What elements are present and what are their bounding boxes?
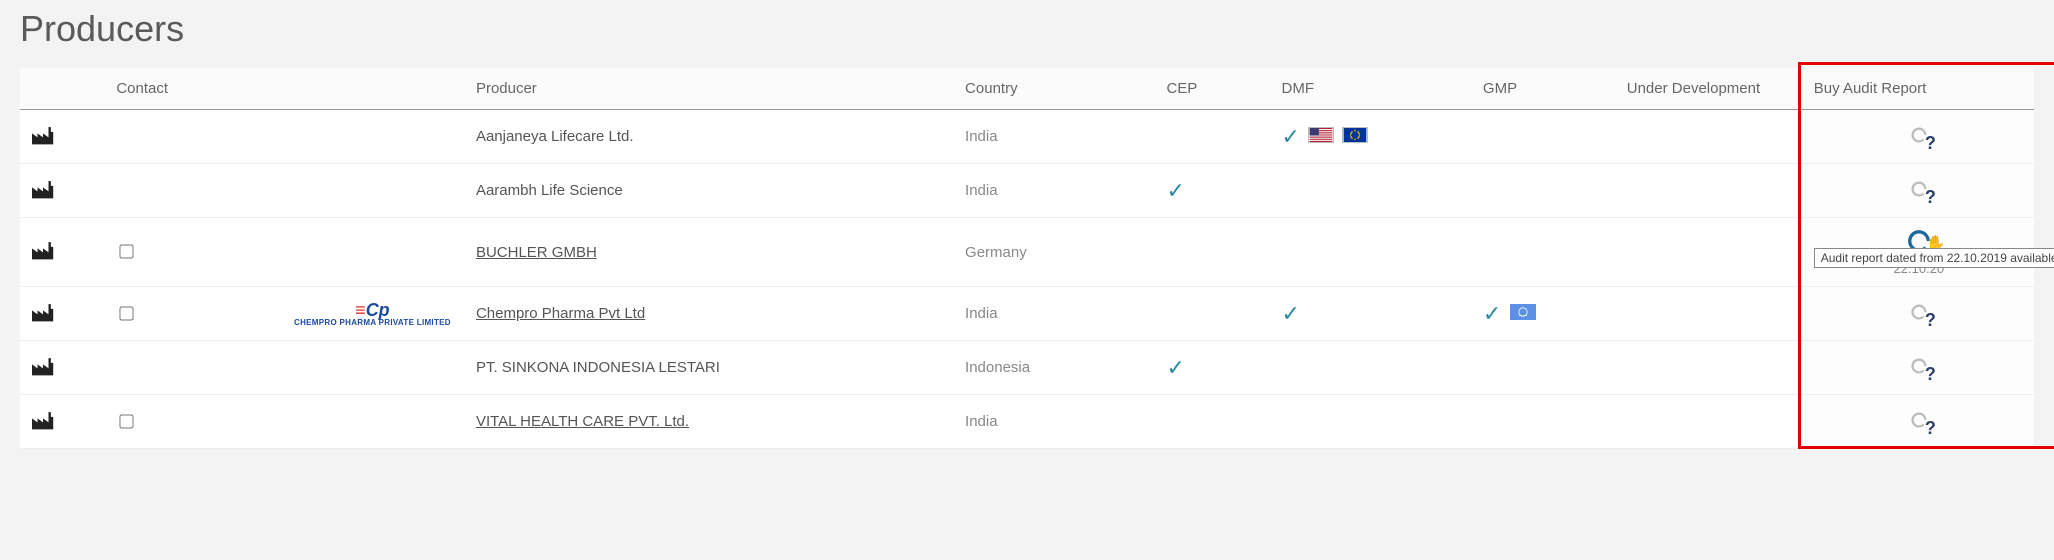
cep-cell [1156,287,1271,341]
factory-icon[interactable] [30,364,56,381]
table-row: Aarambh Life Science India ✓ ? [20,164,2034,218]
dmf-cell [1272,341,1473,395]
country: Germany [955,218,1156,287]
check-icon: ✓ [1166,355,1184,381]
cep-cell [1156,395,1271,449]
country: India [955,287,1156,341]
check-icon: ✓ [1282,124,1300,150]
col-dmf[interactable]: DMF [1272,68,1473,110]
audit-unknown-icon[interactable]: ? [1910,357,1928,379]
country: India [955,110,1156,164]
check-icon: ✓ [1282,301,1300,327]
col-country[interactable]: Country [955,68,1156,110]
col-under-dev[interactable]: Under Development [1617,68,1804,110]
dmf-cell [1272,218,1473,287]
under-dev-cell [1617,341,1804,395]
dmf-cell [1272,395,1473,449]
gmp-cell: ✓ [1473,287,1617,341]
question-icon: ? [1925,187,1936,208]
contact-checkbox[interactable] [120,306,134,320]
audit-unknown-icon[interactable]: ? [1910,411,1928,433]
contact-checkbox[interactable] [120,414,134,428]
question-icon: ? [1925,310,1936,331]
cep-cell [1156,110,1271,164]
flag-us-icon [1308,127,1334,147]
gmp-cell [1473,164,1617,218]
factory-icon[interactable] [30,133,56,150]
producers-table: Contact Producer Country CEP DMF GMP Und… [20,68,2034,449]
gmp-cell [1473,218,1617,287]
dmf-cell: ✓ [1272,110,1473,164]
producer-name: Aarambh Life Science [476,182,623,199]
audit-unknown-icon[interactable]: ? [1910,180,1928,202]
audit-unknown-icon[interactable]: ? [1910,303,1928,325]
gmp-cell [1473,110,1617,164]
col-cep[interactable]: CEP [1156,68,1271,110]
flag-un-icon [1510,304,1536,324]
under-dev-cell [1617,395,1804,449]
table-header-row: Contact Producer Country CEP DMF GMP Und… [20,68,2034,110]
gmp-cell [1473,341,1617,395]
country: Indonesia [955,341,1156,395]
col-logo [279,68,466,110]
producer-logo: ≡CpCHEMPRO PHARMA PRIVATE LIMITED [289,301,456,327]
under-dev-cell [1617,110,1804,164]
table-row: BUCHLER GMBHGermany ✋22.10.20Audit repor… [20,218,2034,287]
cep-cell [1156,218,1271,287]
table-row: PT. SINKONA INDONESIA LESTARI Indonesia ✓… [20,341,2034,395]
col-factory [20,68,106,110]
col-producer[interactable]: Producer [466,68,955,110]
producer-name: PT. SINKONA INDONESIA LESTARI [476,359,720,376]
producer-link[interactable]: Chempro Pharma Pvt Ltd [476,305,645,322]
under-dev-cell [1617,287,1804,341]
factory-icon[interactable] [30,418,56,435]
check-icon: ✓ [1483,301,1501,327]
table-row: Aanjaneya Lifecare Ltd. India ✓ ? [20,110,2034,164]
table-row: ≡CpCHEMPRO PHARMA PRIVATE LIMITED Chempro… [20,287,2034,341]
contact-checkbox[interactable] [120,244,134,258]
audit-unknown-icon[interactable]: ? [1910,126,1928,148]
tooltip: Audit report dated from 22.10.2019 avail… [1814,248,2054,268]
producer-link[interactable]: BUCHLER GMBH [476,244,597,261]
under-dev-cell [1617,164,1804,218]
col-buy-audit[interactable]: Buy Audit Report [1804,68,2034,110]
producer-name: Aanjaneya Lifecare Ltd. [476,128,634,145]
question-icon: ? [1925,133,1936,154]
factory-icon[interactable] [30,248,56,265]
check-icon: ✓ [1166,178,1184,204]
flag-eu-icon [1342,127,1368,147]
factory-icon[interactable] [30,187,56,204]
dmf-cell [1272,164,1473,218]
country: India [955,395,1156,449]
col-gmp[interactable]: GMP [1473,68,1617,110]
col-contact[interactable]: Contact [106,68,279,110]
under-dev-cell [1617,218,1804,287]
question-icon: ? [1925,364,1936,385]
question-icon: ? [1925,418,1936,439]
factory-icon[interactable] [30,310,56,327]
producer-link[interactable]: VITAL HEALTH CARE PVT. Ltd. [476,413,689,430]
country: India [955,164,1156,218]
cep-cell: ✓ [1156,164,1271,218]
gmp-cell [1473,395,1617,449]
dmf-cell: ✓ [1272,287,1473,341]
cep-cell: ✓ [1156,341,1271,395]
page-title: Producers [20,8,2034,50]
table-row: VITAL HEALTH CARE PVT. Ltd. India ? [20,395,2034,449]
